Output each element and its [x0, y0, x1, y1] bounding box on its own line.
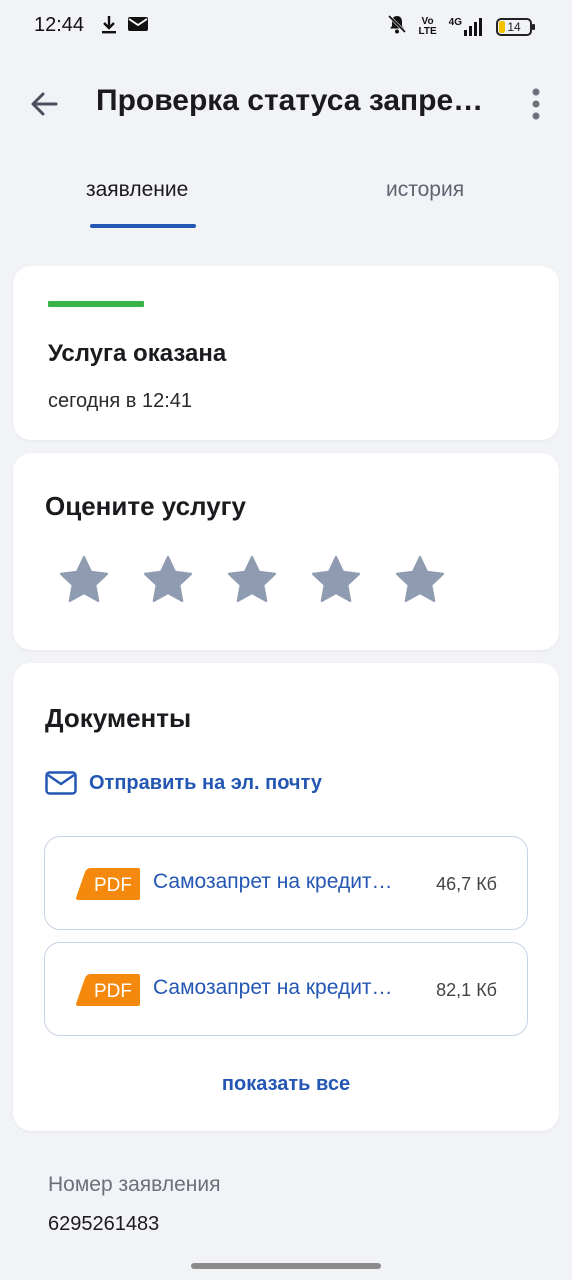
battery-level: 14	[507, 19, 521, 34]
document-item[interactable]: PDF Самозапрет на кредит… 46,7 Кб	[44, 836, 528, 930]
status-bar: 12:44 Vo LTE 4G 14	[0, 0, 572, 52]
signal-icon: 4G	[448, 16, 484, 36]
document-name: Самозапрет на кредит…	[153, 976, 393, 999]
status-card: Услуга оказана сегодня в 12:41	[13, 266, 559, 440]
tab-application[interactable]: заявление	[86, 178, 188, 202]
status-left-icons	[100, 14, 148, 39]
document-name: Самозапрет на кредит…	[153, 870, 393, 893]
rating-card: Оцените услугу	[13, 453, 559, 650]
star-icon[interactable]	[141, 553, 195, 607]
status-time: 12:44	[34, 14, 85, 36]
status-timestamp: сегодня в 12:41	[48, 390, 192, 412]
pdf-badge-label: PDF	[94, 875, 132, 896]
home-indicator[interactable]	[191, 1263, 381, 1269]
tab-history[interactable]: история	[386, 178, 464, 202]
app-bar: Проверка статуса запре…	[0, 52, 572, 152]
pdf-file-icon: PDF	[76, 973, 140, 1006]
document-item[interactable]: PDF Самозапрет на кредит… 82,1 Кб	[44, 942, 528, 1036]
status-title: Услуга оказана	[48, 340, 227, 367]
back-button[interactable]	[26, 86, 62, 122]
tab-indicator	[90, 224, 196, 228]
application-number: 6295261483	[48, 1213, 160, 1235]
envelope-icon	[45, 771, 77, 795]
document-size: 46,7 Кб	[436, 874, 497, 894]
download-icon	[100, 14, 118, 39]
battery-icon: 14	[496, 17, 535, 36]
rating-stars	[57, 553, 447, 607]
network-type-label: 4G	[448, 16, 462, 28]
pdf-file-icon: PDF	[76, 867, 140, 900]
status-right-icons: Vo LTE 4G 14	[387, 14, 535, 39]
documents-card: Документы Отправить на эл. почту PDF Сам…	[13, 663, 559, 1131]
application-number-label: Номер заявления	[48, 1173, 221, 1196]
tab-bar: заявление история	[0, 168, 572, 232]
more-options-button[interactable]	[522, 86, 550, 122]
star-icon[interactable]	[393, 553, 447, 607]
star-icon[interactable]	[225, 553, 279, 607]
status-accent-line	[48, 301, 144, 307]
bell-off-icon	[387, 14, 407, 39]
pdf-badge-label: PDF	[94, 981, 132, 1002]
star-icon[interactable]	[57, 553, 111, 607]
show-all-button[interactable]: показать все	[13, 1073, 559, 1096]
send-email-label: Отправить на эл. почту	[89, 771, 322, 794]
send-email-link[interactable]: Отправить на эл. почту	[45, 771, 322, 795]
more-vert-icon	[532, 88, 540, 120]
star-icon[interactable]	[309, 553, 363, 607]
page-title: Проверка статуса запре…	[96, 84, 484, 117]
mail-icon	[128, 16, 148, 37]
rating-title: Оцените услугу	[45, 491, 246, 521]
volte-icon: Vo LTE	[418, 15, 437, 37]
documents-title: Документы	[45, 703, 192, 733]
document-size: 82,1 Кб	[436, 980, 497, 1000]
arrow-back-icon	[31, 92, 58, 116]
